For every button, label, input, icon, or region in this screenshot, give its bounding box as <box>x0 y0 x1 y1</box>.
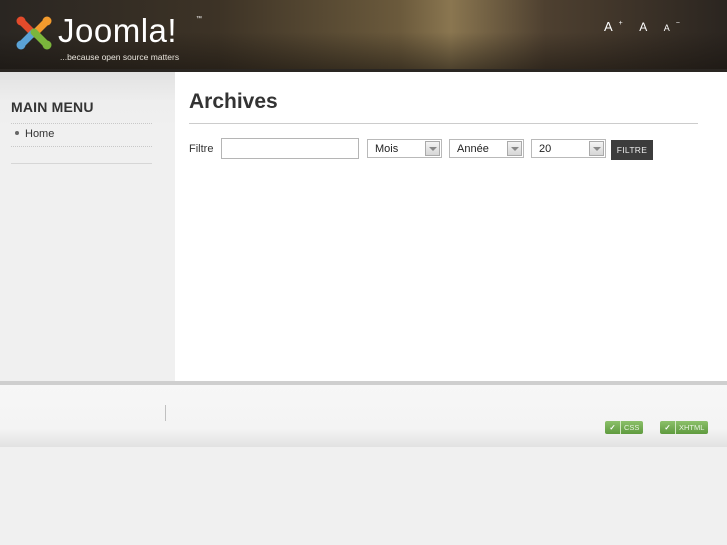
tagline: ...because open source matters <box>60 52 180 62</box>
joomla-logo-icon[interactable] <box>14 12 54 52</box>
month-select-value: Mois <box>375 143 399 155</box>
plus-icon: + <box>618 19 623 27</box>
month-select[interactable]: Mois <box>367 139 442 158</box>
font-reset-button[interactable]: A <box>639 18 653 36</box>
page-bottom <box>0 447 727 545</box>
css-valid-badge[interactable]: ✓ CSS <box>605 421 644 434</box>
title-divider <box>189 123 698 124</box>
bullet-icon <box>15 131 19 135</box>
font-decrease-label: A <box>663 23 670 33</box>
footer: ✓ CSS ✓ XHTML <box>0 385 727 447</box>
sidebar-item-label: Home <box>25 128 55 140</box>
chevron-down-icon <box>425 141 440 156</box>
filter-button[interactable]: FILTRE <box>611 140 653 160</box>
menu-divider <box>11 123 152 124</box>
badge-label: XHTML <box>679 423 705 432</box>
sidebar: MAIN MENU Home <box>0 72 175 381</box>
limit-select-value: 20 <box>539 143 552 155</box>
font-decrease-button[interactable]: A − <box>664 18 686 36</box>
font-increase-label: A <box>604 19 613 34</box>
site-header: Joomla! ™ ...because open source matters… <box>0 0 727 72</box>
check-icon: ✓ <box>660 421 676 434</box>
chevron-down-icon <box>507 141 522 156</box>
limit-select[interactable]: 20 <box>531 139 606 158</box>
logo-text[interactable]: Joomla! <box>58 12 177 50</box>
year-select-value: Année <box>457 143 489 155</box>
check-icon: ✓ <box>605 421 621 434</box>
font-reset-label: A <box>639 20 648 34</box>
sidebar-item-home[interactable]: Home <box>11 128 152 140</box>
chevron-down-icon <box>589 141 604 156</box>
menu-divider <box>11 146 152 147</box>
minus-icon: − <box>675 19 680 27</box>
page-title: Archives <box>189 90 278 113</box>
main-menu-title: MAIN MENU <box>11 99 94 115</box>
xhtml-valid-badge[interactable]: ✓ XHTML <box>660 421 709 434</box>
badge-label: CSS <box>624 423 640 432</box>
font-increase-button[interactable]: A + <box>604 18 629 36</box>
main-content: Archives Filtre Mois Année 20 FILTRE <box>175 72 727 381</box>
menu-bottom-rule <box>11 163 152 164</box>
logo-trademark: ™ <box>196 16 202 22</box>
filter-label: Filtre <box>189 143 214 155</box>
font-size-tools: A + A A − <box>604 18 692 36</box>
year-select[interactable]: Année <box>449 139 524 158</box>
filter-input[interactable] <box>221 138 359 159</box>
footer-divider <box>165 405 166 421</box>
